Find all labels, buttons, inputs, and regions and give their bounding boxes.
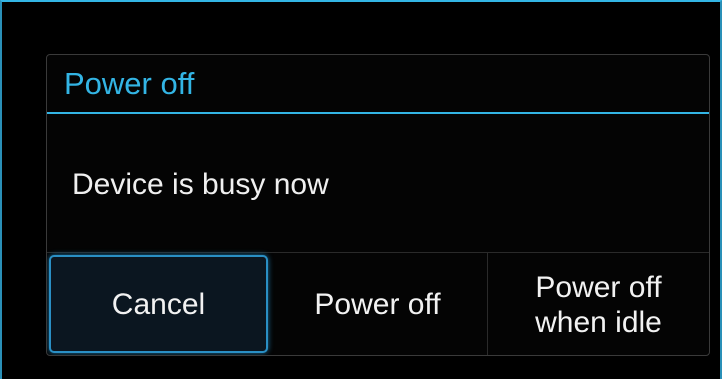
dialog-header: Power off <box>47 55 709 114</box>
power-off-when-idle-button[interactable]: Power off when idle <box>488 253 709 355</box>
power-off-button[interactable]: Power off <box>268 253 488 355</box>
dialog-message: Device is busy now <box>72 168 329 201</box>
dialog-body: Device is busy now <box>47 114 709 252</box>
dialog-button-bar: Cancel Power off Power off when idle <box>47 252 709 355</box>
dialog-title: Power off <box>64 66 195 101</box>
cancel-button[interactable]: Cancel <box>49 255 268 353</box>
device-screen: Power off Device is busy now Cancel Powe… <box>0 0 722 379</box>
power-off-dialog: Power off Device is busy now Cancel Powe… <box>46 54 710 356</box>
